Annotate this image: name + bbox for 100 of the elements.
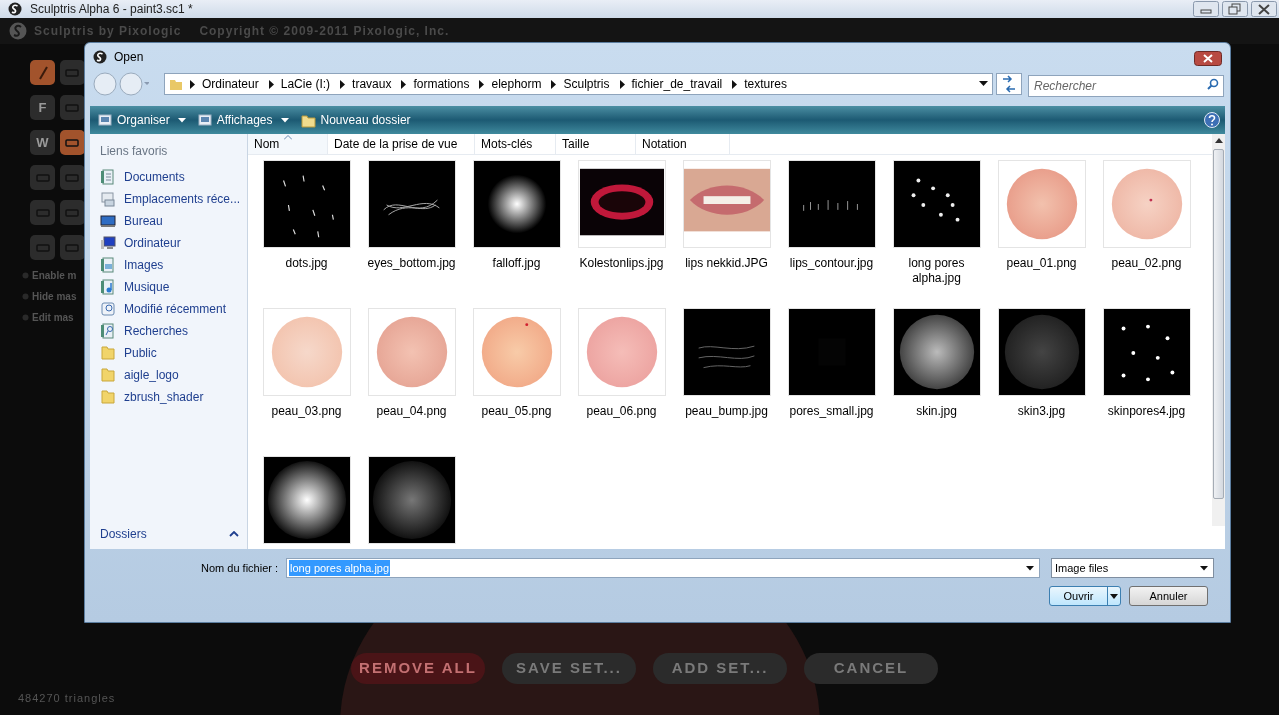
back-forward-buttons[interactable] <box>91 72 149 96</box>
file-name[interactable]: Kolestonlips.jpg <box>571 256 672 271</box>
folder-icon <box>100 367 116 383</box>
file-name[interactable]: lips_contour.jpg <box>781 256 882 271</box>
chevron-icon <box>478 79 487 89</box>
breadcrumb-item[interactable]: formations <box>413 75 470 93</box>
breadcrumb-item[interactable]: Ordinateur <box>202 75 259 93</box>
search-icon <box>1207 78 1219 90</box>
close-button[interactable] <box>1251 1 1277 17</box>
tool-icon <box>35 242 50 253</box>
file-name[interactable]: peau_03.png <box>256 404 357 419</box>
file-name[interactable]: peau_04.png <box>361 404 462 419</box>
dropdown-arrow-icon <box>177 117 186 123</box>
radio-button[interactable] <box>22 272 29 279</box>
dialog-title: Open <box>114 49 144 66</box>
toolbar-button[interactable]: Organiser <box>98 111 186 129</box>
desktop-icon <box>100 213 116 229</box>
sidebar-item[interactable]: Bureau <box>100 210 243 232</box>
sidebar-item[interactable]: Documents <box>100 166 243 188</box>
sidebar-item[interactable]: Recherches <box>100 320 243 342</box>
search-folder-icon <box>100 323 116 339</box>
scrollbar[interactable] <box>1212 134 1225 526</box>
option-label: Hide mas <box>32 290 77 304</box>
toolbar-button[interactable]: Nouveau dossier <box>300 111 411 129</box>
window-title: Sculptris Alpha 6 - paint3.sc1 * <box>30 1 193 18</box>
chevron-icon <box>189 79 197 89</box>
sidebar-item[interactable]: Emplacements réce... <box>100 188 243 210</box>
file-name[interactable]: peau_05.png <box>466 404 567 419</box>
file-type-dropdown[interactable]: Image files <box>1051 558 1215 578</box>
file-name[interactable]: pores_small.jpg <box>781 404 882 419</box>
breadcrumb-item[interactable]: Sculptris <box>563 75 610 93</box>
breadcrumb-item[interactable]: LaCie (I:) <box>280 75 331 93</box>
window-icon <box>98 113 112 127</box>
file-name[interactable]: eyes_bottom.jpg <box>361 256 462 271</box>
file-name[interactable]: skinpores4.jpg <box>1096 404 1197 419</box>
sidebar-item[interactable]: Modifié récemment <box>100 298 243 320</box>
file-name[interactable]: peau_01.png <box>991 256 1092 271</box>
column-header[interactable]: Notation <box>636 134 730 154</box>
column-header[interactable]: Taille <box>556 134 636 154</box>
folders-toggle[interactable]: Dossiers <box>100 525 147 543</box>
file-name[interactable]: long pores alpha.jpg <box>886 256 987 286</box>
sidebar-item[interactable]: zbrush_shader <box>100 386 243 408</box>
help-icon[interactable] <box>1204 112 1220 128</box>
breadcrumb-item[interactable]: elephorm <box>491 75 542 93</box>
tool-icon <box>65 242 79 253</box>
file-name[interactable]: peau_06.png <box>571 404 672 419</box>
dropdown-arrow-icon <box>280 117 289 123</box>
file-name[interactable]: skin3.jpg <box>991 404 1092 419</box>
tool-icon <box>65 67 79 78</box>
scrollbar-thumb[interactable] <box>1213 149 1224 499</box>
address-bar[interactable]: Ordinateur LaCie (I:) travaux formations elephorm Sculptris fichier_de_travail textures <box>164 73 993 95</box>
maximize-button[interactable] <box>1222 1 1248 17</box>
breadcrumb-item[interactable]: textures <box>744 75 787 93</box>
file-name[interactable]: falloff.jpg <box>466 256 567 271</box>
sidebar-item[interactable]: Ordinateur <box>100 232 243 254</box>
sidebar-item[interactable]: aigle_logo <box>100 364 243 386</box>
radio-button[interactable] <box>22 293 29 300</box>
scroll-up-icon[interactable] <box>1214 138 1223 143</box>
picture-folder-icon <box>100 257 116 273</box>
file-name[interactable]: lips nekkid.JPG <box>676 256 777 271</box>
window-icon <box>197 113 212 127</box>
tool-button[interactable] <box>59 130 84 155</box>
tool-button[interactable]: W <box>30 130 55 155</box>
tool-icon <box>35 172 50 183</box>
tool-icon <box>65 137 79 148</box>
radio-button[interactable] <box>22 314 29 321</box>
app-logo-icon <box>8 2 22 16</box>
tool-button[interactable] <box>30 60 55 85</box>
dialog-cancel-button[interactable]: Annuler <box>1129 586 1208 606</box>
toolbar-button[interactable]: Affichages <box>197 111 289 129</box>
breadcrumb-item[interactable]: fichier_de_travail <box>631 75 723 93</box>
sidebar-item[interactable]: Images <box>100 254 243 276</box>
chevron-icon <box>550 79 559 89</box>
sidebar-item[interactable]: Public <box>100 342 243 364</box>
column-header[interactable]: Date de la prise de vue <box>328 134 475 154</box>
tool-button[interactable]: F <box>30 95 55 120</box>
refresh-button[interactable] <box>996 73 1022 95</box>
search-field[interactable]: Rechercher <box>1028 75 1224 97</box>
chevron-up-icon[interactable] <box>229 531 239 537</box>
sidebar-item[interactable]: Musique <box>100 276 243 298</box>
open-button[interactable]: Ouvrir <box>1049 586 1121 606</box>
clock-folder-icon <box>100 191 116 207</box>
tool-icon <box>35 207 50 218</box>
chevron-icon <box>731 79 740 89</box>
tool-icon <box>65 207 79 218</box>
file-name[interactable]: skin.jpg <box>886 404 987 419</box>
column-header[interactable]: Nom <box>248 134 328 154</box>
close-button[interactable] <box>1194 50 1222 66</box>
dropdown-arrow-icon[interactable] <box>1026 565 1035 571</box>
chevron-icon <box>400 79 409 89</box>
brush-icon <box>36 65 49 80</box>
clock-icon <box>100 301 116 317</box>
pill-button[interactable]: REMOVE ALL <box>351 653 485 684</box>
breadcrumb-item[interactable]: travaux <box>352 75 392 93</box>
file-name[interactable]: peau_bump.jpg <box>676 404 777 419</box>
column-header[interactable]: Mots-clés <box>475 134 556 154</box>
triangle-count: 484270 triangles <box>18 691 116 706</box>
minimize-button[interactable] <box>1193 1 1219 17</box>
file-name[interactable]: peau_02.png <box>1096 256 1197 271</box>
file-name[interactable]: dots.jpg <box>256 256 357 271</box>
